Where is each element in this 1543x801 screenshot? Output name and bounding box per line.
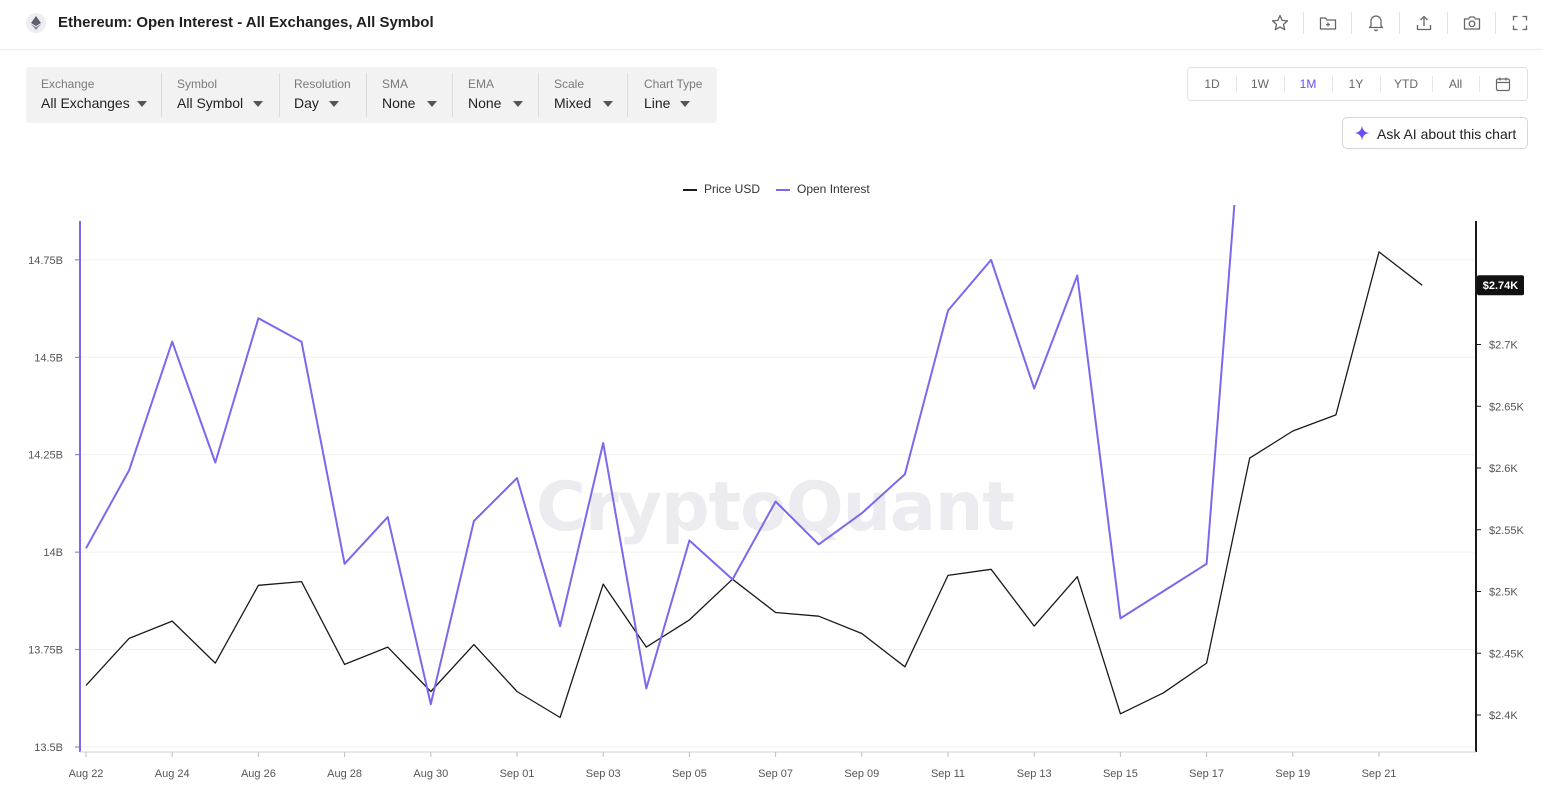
chart-type-select[interactable]: Chart Type Line <box>644 67 714 123</box>
y-right-tick-label: $2.45K <box>1489 648 1525 660</box>
watermark-text: CryptoQuant <box>536 468 1014 547</box>
y-right-tick-label: $2.4K <box>1489 710 1518 722</box>
x-tick-label: Aug 28 <box>327 768 362 780</box>
range-1m-button[interactable]: 1M <box>1284 68 1332 100</box>
scale-select[interactable]: Scale Mixed <box>554 67 629 123</box>
x-tick-label: Sep 15 <box>1103 768 1138 780</box>
bell-icon[interactable] <box>1365 12 1387 34</box>
resolution-select[interactable]: Resolution Day <box>294 67 369 123</box>
y-right-tick-label: $2.6K <box>1489 463 1518 475</box>
x-tick-label: Sep 03 <box>586 768 621 780</box>
chevron-down-icon <box>513 101 523 107</box>
chart-header: Ethereum: Open Interest - All Exchanges,… <box>0 0 1543 50</box>
resolution-label: Resolution <box>294 77 351 91</box>
calendar-icon[interactable] <box>1479 68 1527 100</box>
line-chart[interactable]: CryptoQuant 13.5B 13.75B 14B 14.25B 14.5B 14.7… <box>0 205 1543 801</box>
symbol-label: Symbol <box>177 77 218 91</box>
range-ytd-button[interactable]: YTD <box>1380 68 1432 100</box>
chevron-down-icon <box>253 101 263 107</box>
y-right-tick-label: $2.5K <box>1489 587 1518 599</box>
y-right-tick-label: $2.55K <box>1489 525 1525 537</box>
scale-label: Scale <box>554 77 585 91</box>
y-left-tick-label: 14.75B <box>28 255 63 267</box>
x-tick-label: Sep 05 <box>672 768 707 780</box>
range-1d-button[interactable]: 1D <box>1188 68 1236 100</box>
scale-value: Mixed <box>554 95 592 111</box>
y-left-tick-label: 14B <box>43 547 63 559</box>
range-1y-button[interactable]: 1Y <box>1332 68 1380 100</box>
share-icon[interactable] <box>1413 12 1435 34</box>
x-tick-label: Sep 19 <box>1275 768 1310 780</box>
page-title: Ethereum: Open Interest - All Exchanges,… <box>58 14 434 31</box>
fullscreen-icon[interactable] <box>1509 12 1531 34</box>
sma-value: None <box>382 95 416 111</box>
exchange-value: All Exchanges <box>41 95 130 111</box>
sma-label: SMA <box>382 77 409 91</box>
chevron-down-icon <box>329 101 339 107</box>
x-tick-label: Sep 21 <box>1362 768 1397 780</box>
chart-controls: Exchange All Exchanges Symbol All Symbol… <box>26 67 717 123</box>
chevron-down-icon <box>427 101 437 107</box>
star-icon[interactable] <box>1269 12 1291 34</box>
legend-line-open-interest <box>776 189 790 191</box>
sparkle-icon <box>1354 125 1370 141</box>
chart-type-label: Chart Type <box>644 77 703 91</box>
last-value-label-right: $2.74K <box>1483 280 1519 292</box>
legend-label-price: Price USD <box>704 182 761 196</box>
symbol-value: All Symbol <box>177 95 244 111</box>
y-right-tick-label: $2.65K <box>1489 401 1525 413</box>
chevron-down-icon <box>137 101 147 107</box>
ethereum-icon <box>26 13 46 33</box>
chevron-down-icon <box>603 101 613 107</box>
exchange-label: Exchange <box>41 77 95 91</box>
y-left-tick-label: 14.5B <box>34 352 63 364</box>
exchange-select[interactable]: Exchange All Exchanges <box>41 67 161 123</box>
y-left-tick-label: 14.25B <box>28 450 63 462</box>
legend-label-open-interest: Open Interest <box>797 182 870 196</box>
x-tick-label: Sep 17 <box>1189 768 1224 780</box>
x-tick-label: Sep 09 <box>844 768 879 780</box>
symbol-select[interactable]: Symbol All Symbol <box>177 67 272 123</box>
x-tick-label: Sep 01 <box>500 768 535 780</box>
x-tick-label: Sep 13 <box>1017 768 1052 780</box>
resolution-value: Day <box>294 95 319 111</box>
chevron-down-icon <box>680 101 690 107</box>
folder-add-icon[interactable] <box>1317 12 1339 34</box>
x-tick-label: Sep 07 <box>758 768 793 780</box>
ema-label: EMA <box>468 77 495 91</box>
x-tick-label: Sep 11 <box>931 768 965 780</box>
y-left-tick-label: 13.75B <box>28 645 63 657</box>
x-tick-label: Aug 26 <box>241 768 276 780</box>
ema-value: None <box>468 95 502 111</box>
ask-ai-label: Ask AI about this chart <box>1377 126 1517 142</box>
x-tick-label: Aug 24 <box>155 768 190 780</box>
legend-line-price <box>683 189 697 191</box>
x-tick-label: Aug 30 <box>413 768 448 780</box>
range-all-button[interactable]: All <box>1432 68 1479 100</box>
chart-type-value: Line <box>644 95 671 111</box>
ask-ai-button[interactable]: Ask AI about this chart <box>1342 117 1528 149</box>
camera-icon[interactable] <box>1461 12 1483 34</box>
sma-select[interactable]: SMA None <box>382 67 452 123</box>
y-right-tick-label: $2.7K <box>1489 340 1518 352</box>
time-range-selector: 1D 1W 1M 1Y YTD All <box>1187 67 1528 101</box>
range-1w-button[interactable]: 1W <box>1236 68 1284 100</box>
x-tick-label: Aug 22 <box>69 768 104 780</box>
y-left-tick-label: 13.5B <box>34 742 63 754</box>
ema-select[interactable]: EMA None <box>468 67 538 123</box>
